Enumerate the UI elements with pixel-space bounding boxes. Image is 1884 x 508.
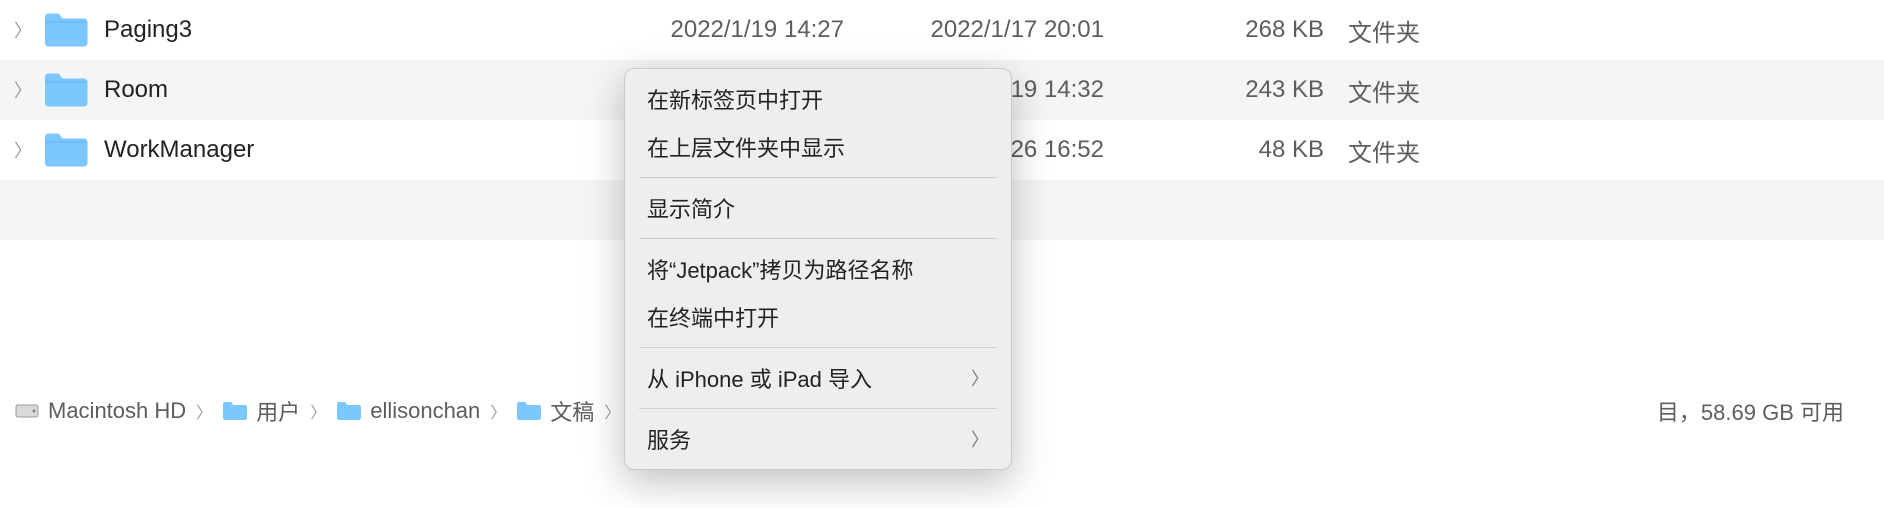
table-row[interactable]: 〉 Paging3 2022/1/19 14:27 2022/1/17 20:0… [0,0,1884,60]
disclosure-triangle-icon[interactable]: 〉 [14,17,32,43]
menu-label: 将“Jetpack”拷贝为路径名称 [647,253,913,285]
date-created: 2022/1/17 20:01 [844,16,1104,44]
disclosure-triangle-icon[interactable]: 〉 [14,137,32,163]
file-name: Room [104,76,584,104]
disk-icon [14,400,40,422]
file-name: Paging3 [104,16,584,44]
chevron-right-icon: 〉 [604,399,620,423]
file-name: WorkManager [104,136,584,164]
folder-icon [516,400,542,422]
menu-import-from-device[interactable]: 从 iPhone 或 iPad 导入 〉 [625,354,1011,402]
menu-open-new-tab[interactable]: 在新标签页中打开 [625,75,1011,123]
file-kind: 文件夹 [1324,73,1468,108]
breadcrumb-label: ellisonchan [370,398,480,424]
menu-label: 显示简介 [647,192,735,224]
menu-show-in-parent[interactable]: 在上层文件夹中显示 [625,123,1011,171]
breadcrumb-disk[interactable]: Macintosh HD [14,398,186,424]
breadcrumb-documents[interactable]: 文稿 [516,395,594,427]
menu-label: 在上层文件夹中显示 [647,131,845,163]
breadcrumb-users[interactable]: 用户 [222,395,300,427]
menu-label: 从 iPhone 或 iPad 导入 [647,362,872,394]
breadcrumb-user[interactable]: ellisonchan [336,398,480,424]
finder-window: 〉 Paging3 2022/1/19 14:27 2022/1/17 20:0… [0,0,1884,508]
chevron-right-icon: 〉 [310,399,326,423]
chevron-right-icon: 〉 [490,399,506,423]
menu-label: 服务 [647,423,691,455]
breadcrumb-label: Macintosh HD [48,398,186,424]
menu-label: 在新标签页中打开 [647,83,823,115]
folder-icon [222,400,248,422]
disclosure-triangle-icon[interactable]: 〉 [14,77,32,103]
breadcrumb-label: 用户 [256,395,300,427]
folder-icon [42,130,90,170]
menu-services[interactable]: 服务 〉 [625,415,1011,463]
menu-label: 在终端中打开 [647,301,779,333]
file-size: 48 KB [1104,136,1324,164]
folder-icon [336,400,362,422]
file-size: 268 KB [1104,16,1324,44]
file-size: 243 KB [1104,76,1324,104]
menu-divider [639,347,997,348]
chevron-right-icon: 〉 [971,426,989,452]
context-menu: 在新标签页中打开 在上层文件夹中显示 显示简介 将“Jetpack”拷贝为路径名… [624,68,1012,470]
menu-copy-as-path[interactable]: 将“Jetpack”拷贝为路径名称 [625,245,1011,293]
menu-get-info[interactable]: 显示简介 [625,184,1011,232]
breadcrumb-label: 文稿 [550,395,594,427]
menu-divider [639,177,997,178]
folder-icon [42,10,90,50]
chevron-right-icon: 〉 [196,399,212,423]
menu-divider [639,238,997,239]
file-kind: 文件夹 [1324,133,1468,168]
folder-icon [42,70,90,110]
menu-divider [639,408,997,409]
file-kind: 文件夹 [1324,13,1468,48]
date-modified: 2022/1/19 14:27 [584,16,844,44]
chevron-right-icon: 〉 [971,365,989,391]
menu-open-in-terminal[interactable]: 在终端中打开 [625,293,1011,341]
